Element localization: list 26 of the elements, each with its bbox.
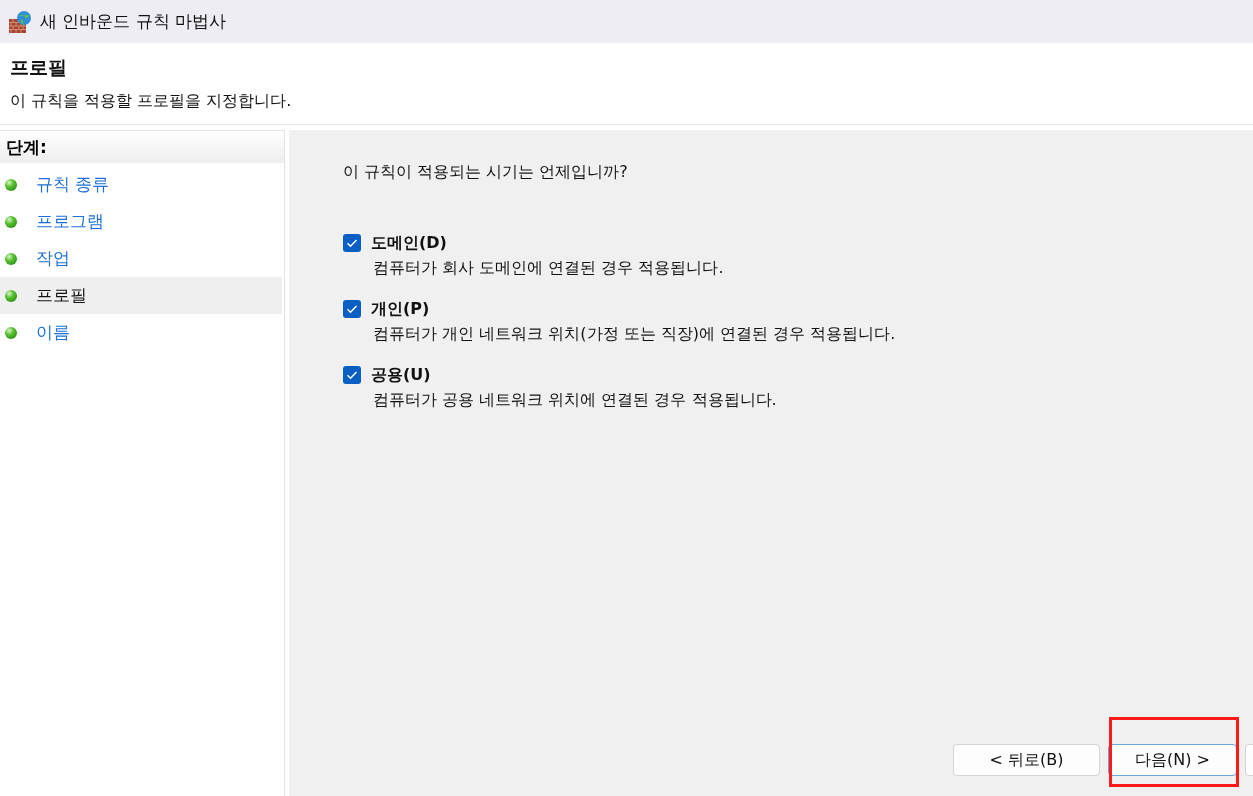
page-subtitle: 이 규칙을 적용할 프로필을 지정합니다. [10,91,293,112]
checkbox[interactable] [343,234,361,252]
back-button[interactable]: < 뒤로(B) [953,744,1100,776]
status-dot-icon [4,288,18,303]
brick-wall-globe-icon [8,9,32,34]
checkbox-label[interactable]: 개인(P) [371,298,430,320]
step-item[interactable]: 작업 [0,240,282,277]
status-dot-icon [4,177,18,192]
option-description: 컴퓨터가 개인 네트워크 위치(가정 또는 직장)에 연결된 경우 적용됩니다. [372,323,897,345]
step-item[interactable]: 규칙 종류 [0,166,282,203]
next-button[interactable]: 다음(N) > [1108,744,1237,776]
checkbox[interactable] [343,300,361,318]
step-item[interactable]: 프로필 [0,277,282,314]
step-item[interactable]: 이름 [0,314,282,351]
status-dot-icon [4,251,18,266]
question-text: 이 규칙이 적용되는 시기는 언제입니까? [343,162,629,183]
status-dot-icon [4,325,18,340]
option-description: 컴퓨터가 회사 도메인에 연결된 경우 적용됩니다. [372,257,725,279]
checkbox[interactable] [343,366,361,384]
option-description: 컴퓨터가 공용 네트워크 위치에 연결된 경우 적용됩니다. [372,389,778,411]
checkbox-label[interactable]: 공용(U) [371,364,431,386]
page-title: 프로필 [10,55,68,80]
status-dot-icon [4,214,18,229]
checkbox-label[interactable]: 도메인(D) [371,232,447,254]
step-item[interactable]: 프로그램 [0,203,282,240]
window-title: 새 인바운드 규칙 마법사 [40,10,227,33]
